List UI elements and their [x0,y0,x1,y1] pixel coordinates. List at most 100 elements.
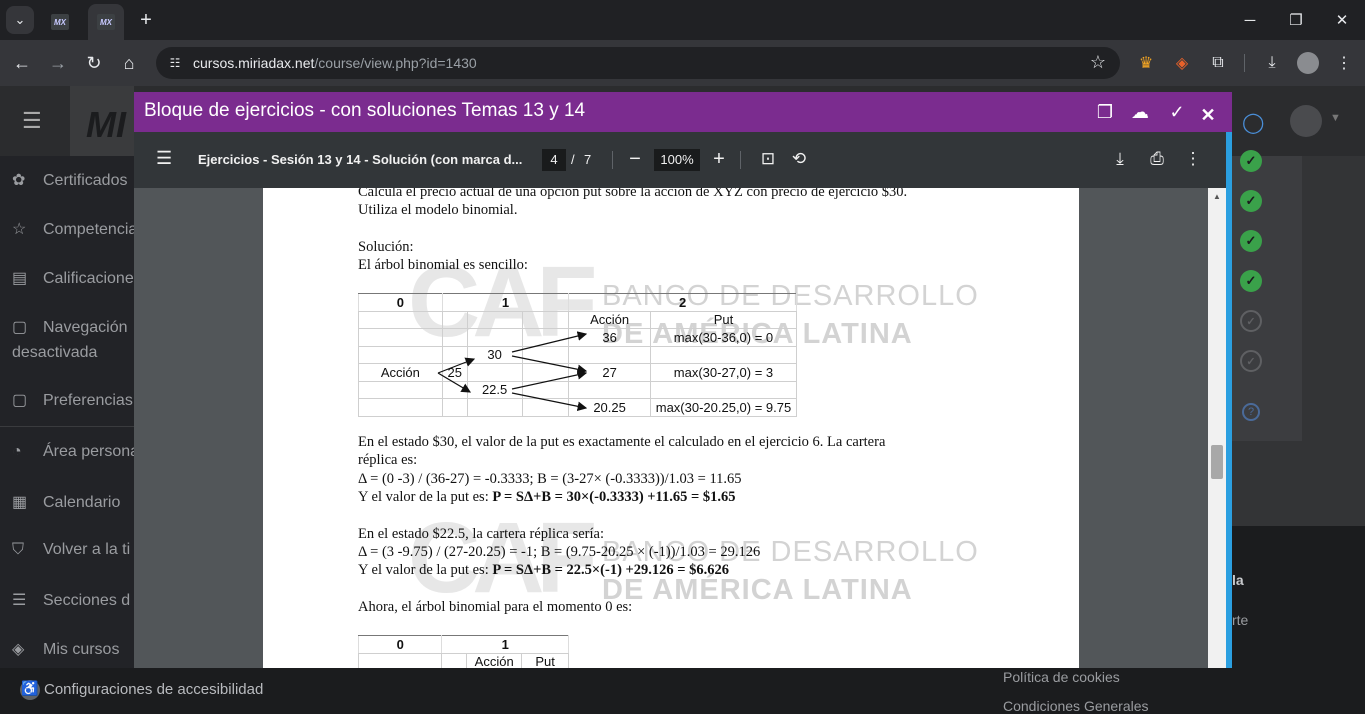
rotate-icon[interactable]: ⟲ [786,146,812,172]
sidebar-item-label-line2: desactivada [12,344,98,361]
result-value: P = SΔ+B = 22.5×(-1) +29.126 = $6.626 [492,562,730,578]
paragraph: Ahora, el árbol binomial para el momento… [358,599,633,615]
restore-icon[interactable]: ❐ [1273,6,1319,34]
tree-payoff: max(30-20.25,0) = 9.75 [649,398,798,417]
sidebar-item-preferencias[interactable]: ▢ Preferencias [12,390,133,410]
minimize-icon[interactable]: ─ [1227,6,1273,34]
forward-arrow-icon[interactable]: → [44,49,72,77]
close-icon[interactable]: ✕ [1195,102,1221,128]
url-host: cursos.miriadax.net [193,55,315,71]
zoom-in-icon[interactable]: + [706,146,732,172]
sidebar-item-label: Calificacione [43,270,134,287]
url-path: /course/view.php?id=1430 [314,55,477,71]
accessibility-icon: ♿ [20,680,40,700]
accessibility-settings-link[interactable]: ♿ Configuraciones de accesibilidad [20,680,263,700]
tree-subheader: Acción [568,310,651,329]
copy-icon[interactable]: ❐ [1092,99,1118,125]
footer-right: la rte [1232,526,1365,668]
browser-tab[interactable]: MX [42,4,78,40]
pdf-page: CAF BANCO DE DESARROLLO DE AMÉRICA LATIN… [263,188,1079,668]
page-number-input[interactable]: 4 [542,149,566,171]
address-bar[interactable]: ☷ cursos.miriadax.net/course/view.php?id… [156,47,1120,79]
crown-extension-icon[interactable]: ♛ [1132,49,1160,77]
drawer-menu-icon[interactable]: ☰ [22,108,42,134]
cloud-download-icon[interactable]: ☁ [1127,99,1153,125]
download-icon[interactable]: ⤓ [1107,146,1133,172]
pdf-toolbar: ☰ Ejercicios - Sesión 13 y 14 - Solución… [134,132,1226,188]
sidebar-item-calificaciones[interactable]: ▤ Calificacione [12,268,134,288]
miriadax-favicon-icon: MX [51,14,69,30]
chevron-down-icon[interactable]: ▼ [1330,112,1341,124]
tree-node-value: 36 [568,328,651,347]
url-text[interactable]: cursos.miriadax.net/course/view.php?id=1… [193,55,477,71]
folder-icon: ▢ [12,319,28,336]
print-icon[interactable]: ⎙ [1144,146,1170,172]
sidebar-item-secciones[interactable]: ☰ Secciones d [12,590,130,610]
pending-check-icon: ✓ [1240,350,1262,372]
extensions-puzzle-icon[interactable]: ⧉ [1204,49,1232,77]
page-total: 7 [584,152,592,167]
sidebar-item-label: Certificados [43,172,128,189]
sidebar-item-label: Secciones d [43,592,131,609]
chat-icon[interactable]: ◯ [1242,110,1264,135]
downloads-icon[interactable]: ⤓ [1258,49,1286,77]
toolbar-divider [612,151,613,169]
sidebar-item-navegacion[interactable]: ▢ Navegación desactivada [12,317,128,362]
footer-link[interactable]: la [1232,572,1244,588]
profile-avatar-icon[interactable] [1294,49,1322,77]
sidebar-item-calendario[interactable]: ▦ Calendario [12,492,120,512]
tree-subheader: Acción [466,652,523,668]
pdf-scrollbar[interactable]: ▲ [1208,188,1226,668]
sidebar-item-competencias[interactable]: ☆ Competencia [12,219,137,239]
zoom-input[interactable]: 100% [654,149,700,171]
back-arrow-icon[interactable]: ← [8,49,36,77]
site-info-icon[interactable]: ☷ [166,54,184,72]
home-icon[interactable]: ⌂ [115,49,143,77]
sidebar-item-mis-cursos[interactable]: ◈ Mis cursos [12,639,119,659]
help-icon[interactable]: ? [1242,403,1260,421]
zoom-out-icon[interactable]: − [622,146,648,172]
more-options-icon[interactable]: ⋮ [1180,146,1206,172]
bookmark-star-icon[interactable]: ☆ [1090,52,1106,73]
reload-icon[interactable]: ↻ [80,49,108,77]
scroll-up-arrow-icon[interactable]: ▲ [1213,192,1221,201]
tree-header-period: 0 [358,293,443,312]
fit-page-icon[interactable]: ⊡ [755,146,781,172]
mark-complete-icon[interactable]: ✓ [1164,99,1190,125]
modal-title-bar: Bloque de ejercicios - con soluciones Te… [134,92,1232,132]
hat-extension-icon[interactable]: ◈ [1168,49,1196,77]
page-separator: / [571,152,575,167]
toolbar-divider [740,151,741,169]
progress-panel: ✓ ✓ ✓ ✓ ✓ ✓ ? [1232,150,1365,526]
site-logo[interactable]: MI [70,86,134,156]
cookie-policy-link[interactable]: Política de cookies [1003,669,1120,685]
tree-node-value: 27 [568,363,651,382]
sidebar-item-label: Calendario [43,494,121,511]
progress-card: ✓ ✓ ✓ ✓ ✓ ✓ ? [1232,150,1302,441]
sidebar-item-volver-tienda[interactable]: ⛉ Volver a la ti [12,541,130,559]
course-sidebar: ✿ Certificados ☆ Competencia ▤ Calificacion… [0,156,139,714]
tab-search-chevron-icon[interactable]: ⌄ [6,6,34,34]
sidebar-item-area-personal[interactable]: ◔ Área persona [12,443,139,461]
sidebar-item-certificados[interactable]: ✿ Certificados [12,170,127,190]
pdf-menu-icon[interactable]: ☰ [156,148,172,169]
footer-link[interactable]: rte [1232,612,1248,628]
formula-line: Δ = (3 -9.75) / (27-20.25) = -1; B = (9.… [358,544,761,560]
terms-link[interactable]: Condiciones Generales [1003,698,1149,714]
grades-icon: ▤ [12,270,28,287]
scrollbar-thumb[interactable] [1211,445,1223,479]
binomial-tree-table-2: 0 1 Acción Put [357,635,569,668]
modal-accent-bar [1226,132,1232,668]
browser-tab-active[interactable]: MX [88,4,124,40]
resource-modal: Bloque de ejercicios - con soluciones Te… [134,92,1232,668]
tree-node-value: 22.5 [466,380,523,399]
browser-menu-icon[interactable]: ⋮ [1330,49,1358,77]
binomial-tree-table: 0 1 2 Acción Put 36 max(30-36,0) = 0 30 … [358,293,798,417]
exercise-statement: Utiliza el modelo binomial. [358,202,518,218]
paragraph: En el estado $22.5, la cartera réplica s… [358,526,604,542]
pdf-viewport[interactable]: CAF BANCO DE DESARROLLO DE AMÉRICA LATIN… [134,188,1226,668]
close-window-icon[interactable]: ✕ [1319,6,1365,34]
new-tab-button[interactable]: + [132,6,160,34]
tree-node-value: 25 [441,363,468,382]
user-avatar[interactable] [1290,105,1322,137]
